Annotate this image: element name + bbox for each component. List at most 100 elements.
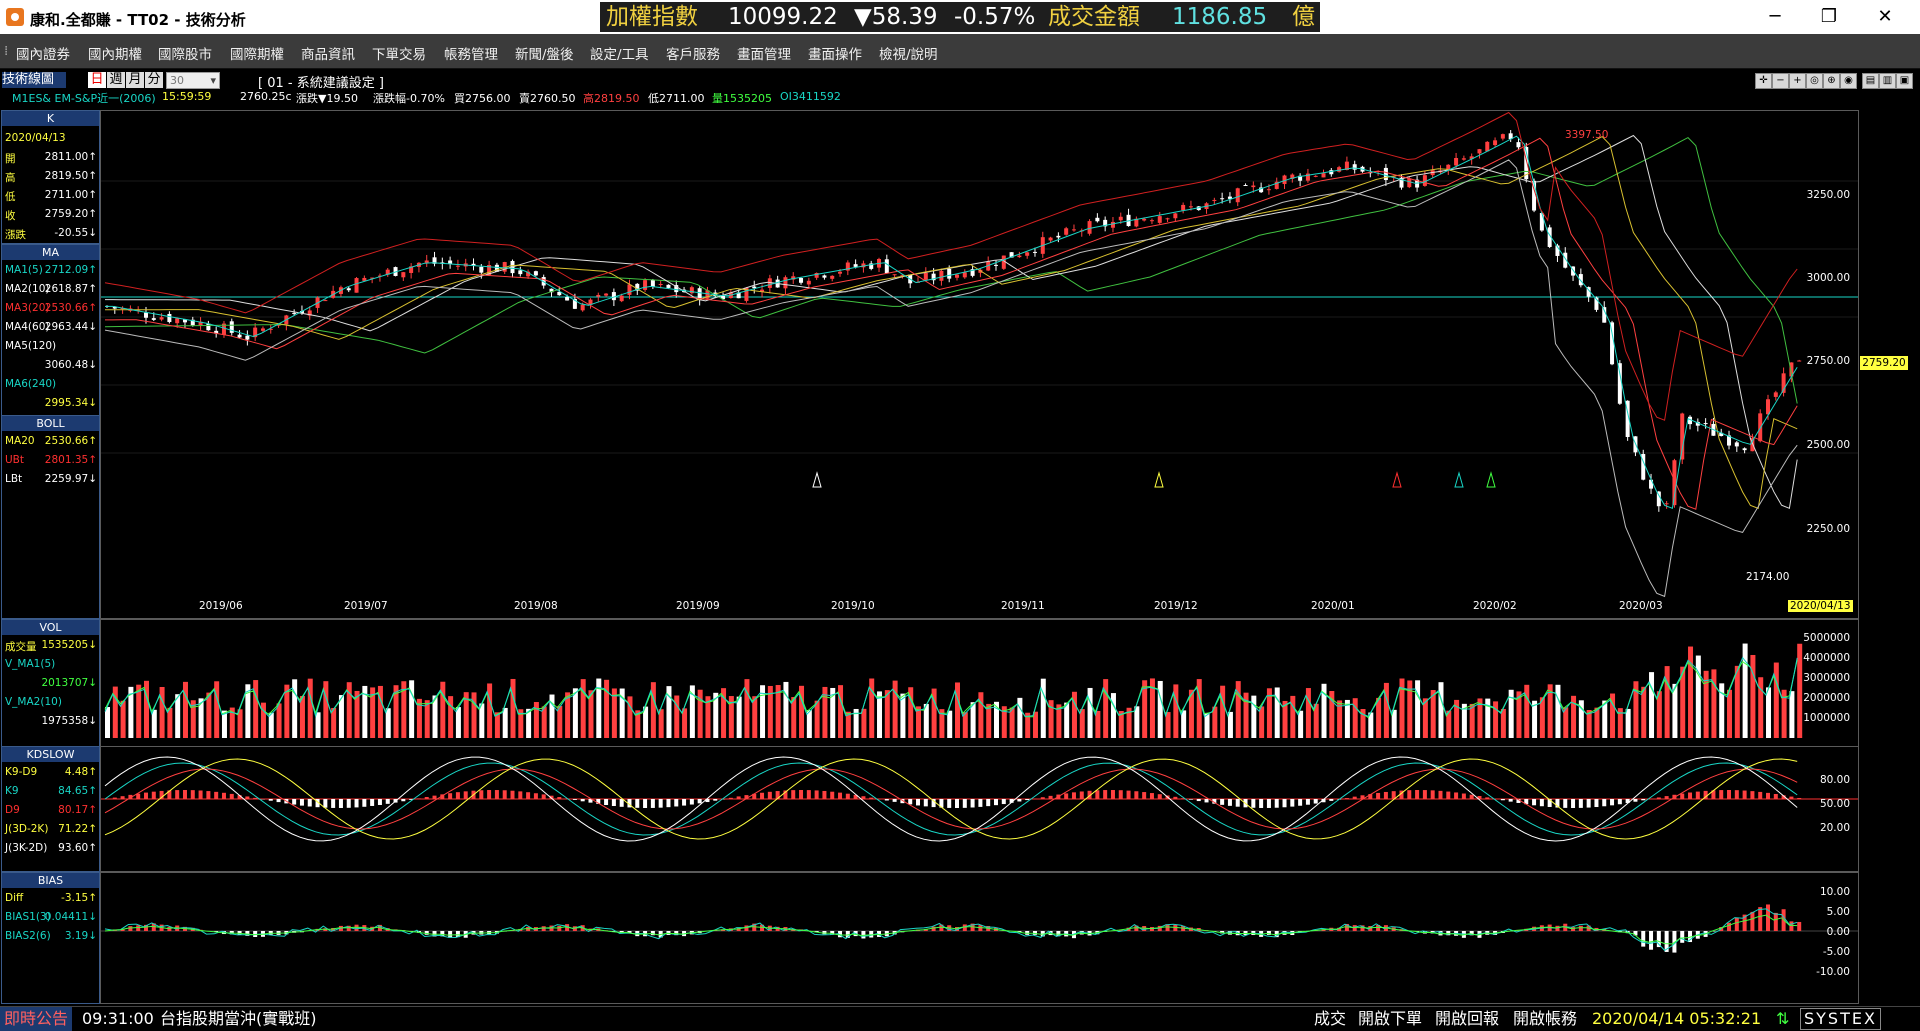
candle-body <box>963 272 967 277</box>
menu-item-domestic-securities[interactable]: 國內證券 <box>16 43 70 63</box>
announcement-message[interactable]: 台指股期當沖(實戰班) <box>160 1007 317 1031</box>
turnover-label: 成交金額 <box>1048 2 1140 32</box>
kd-diff-bar <box>1080 791 1084 799</box>
volume-bar <box>978 692 983 738</box>
candle-body <box>885 259 889 273</box>
candle-body <box>1501 134 1505 138</box>
crosshair-icon[interactable]: ✛ <box>1755 73 1772 89</box>
open-order-link[interactable]: 開啟下單 <box>1358 1007 1422 1031</box>
x-tick-label: 2019/08 <box>514 600 558 612</box>
restore-button[interactable]: ❐ <box>1806 4 1852 30</box>
candle-body <box>355 278 359 293</box>
menu-item-intl-stocks[interactable]: 國際股市 <box>158 43 212 63</box>
kd-diff-bar <box>1111 790 1115 799</box>
kd-diff-bar <box>604 799 608 805</box>
trade-link[interactable]: 成交 <box>1314 1007 1346 1031</box>
kd-diff-bar <box>1173 797 1177 799</box>
minimize-button[interactable]: ─ <box>1752 4 1798 30</box>
candle-body <box>1485 142 1489 151</box>
kd-diff-bar <box>908 799 912 804</box>
setting-label[interactable]: [ 01 - 系統建議設定 ] <box>258 72 384 91</box>
x-tick-label: 2020/03 <box>1619 600 1663 612</box>
price-pane[interactable]: 3250.003000.002750.002500.002250.00 2019… <box>100 110 1859 619</box>
candle-body <box>1680 414 1684 460</box>
volume-bar <box>1563 707 1568 738</box>
x-tick-label: 2019/12 <box>1154 600 1198 612</box>
kd-diff-bar <box>433 796 437 799</box>
menu-item-trading[interactable]: 下單交易 <box>372 43 426 63</box>
y-tick-label: 3250.00 <box>1807 189 1850 201</box>
zoom-out-icon[interactable]: ◎ <box>1806 73 1823 89</box>
kd-diff-bar <box>861 796 865 799</box>
volume-bar <box>308 679 313 738</box>
print-icon[interactable]: ▥ <box>1879 73 1896 89</box>
volume-bar <box>206 693 211 738</box>
bias-diff-bar <box>557 926 561 931</box>
bias-row-value: 0.04411↓ <box>45 911 97 923</box>
ma-row-value: 2712.09↑ <box>45 264 97 276</box>
y-tick-label: 2750.00 <box>1807 355 1850 367</box>
volume-bar <box>815 701 820 738</box>
k-close-value: 2759.20↑ <box>45 208 97 220</box>
ma-panel-header: MA <box>2 245 99 260</box>
menu-item-screen-mgmt[interactable]: 畫面管理 <box>737 43 791 63</box>
kd-row: J(3K-2D)93.60↑ <box>5 842 97 854</box>
bias-diff-bar <box>1797 922 1801 931</box>
candle-body <box>238 335 242 338</box>
kd-diff-bar <box>729 798 733 799</box>
kd-diff-bar <box>830 792 834 799</box>
menu-item-view-help[interactable]: 檢視/說明 <box>879 43 938 63</box>
minus-icon[interactable]: − <box>1772 73 1789 89</box>
zoom-fit-icon[interactable]: ◉ <box>1840 73 1857 89</box>
volume-bar <box>861 709 866 738</box>
menu-item-news[interactable]: 新聞/盤後 <box>515 43 574 63</box>
period-day-tab[interactable]: 日 <box>88 72 106 88</box>
kd-diff-bar <box>542 794 546 799</box>
menu-item-settings[interactable]: 設定/工具 <box>590 43 649 63</box>
kd-diff-bar <box>1353 797 1357 799</box>
candle-body <box>1072 229 1076 230</box>
brand-logo: SYSTEX <box>1800 1008 1881 1030</box>
kd-diff-bar <box>401 799 405 801</box>
menu-item-product-info[interactable]: 商品資訊 <box>301 43 355 63</box>
menu-item-intl-futures[interactable]: 國際期權 <box>230 43 284 63</box>
period-week-tab[interactable]: 週 <box>107 72 125 88</box>
kd-diff-bar <box>1142 792 1146 799</box>
menu-item-domestic-futures[interactable]: 國內期權 <box>88 43 142 63</box>
open-report-link[interactable]: 開啟回報 <box>1435 1007 1499 1031</box>
bias-diff-bar <box>932 927 936 931</box>
kd-diff-bar <box>1657 797 1661 799</box>
period-month-tab[interactable]: 月 <box>126 72 144 88</box>
candle-body <box>1244 185 1248 186</box>
candle-body <box>1212 200 1216 201</box>
high-price-label: 3397.50 <box>1565 129 1608 141</box>
kd-pane[interactable]: 80.0050.0020.00 <box>100 746 1859 872</box>
bias-pane[interactable]: 10.005.000.00-5.00-10.00 <box>100 872 1859 1004</box>
menu-item-service[interactable]: 客戶服務 <box>666 43 720 63</box>
kd-diff-bar <box>807 790 811 799</box>
vol-row-label: 成交量 <box>5 641 37 653</box>
kd-diff-bar <box>1064 793 1068 799</box>
kd-diff-bar <box>1197 799 1201 801</box>
interval-select[interactable]: 30▾ <box>166 72 220 89</box>
open-account-link[interactable]: 開啟帳務 <box>1513 1007 1577 1031</box>
volume-bar <box>316 712 321 738</box>
menu-item-accounts[interactable]: 帳務管理 <box>444 43 498 63</box>
save-icon[interactable]: ▤ <box>1862 73 1879 89</box>
volume-bar <box>557 706 562 738</box>
zoom-in-icon[interactable]: ⊕ <box>1823 73 1840 89</box>
volume-bar <box>971 702 976 738</box>
close-button[interactable]: ✕ <box>1862 4 1908 30</box>
kd-diff-bar <box>1017 799 1021 801</box>
candle-body <box>479 267 483 273</box>
period-minute-tab[interactable]: 分 <box>145 72 163 88</box>
kd-diff-bar <box>1095 790 1099 799</box>
menu-item-screen-ops[interactable]: 畫面操作 <box>808 43 862 63</box>
plus-icon[interactable]: + <box>1789 73 1806 89</box>
volume-pane[interactable]: 50000004000000300000020000001000000 <box>100 619 1859 747</box>
k-date: 2020/04/13 <box>5 132 97 144</box>
vol-row-label: V_MA2(10) <box>5 696 62 708</box>
window-icon[interactable]: ▣ <box>1896 73 1913 89</box>
x-tick-label: 2019/11 <box>1001 600 1045 612</box>
announcement-label[interactable]: 即時公告 <box>0 1007 72 1031</box>
